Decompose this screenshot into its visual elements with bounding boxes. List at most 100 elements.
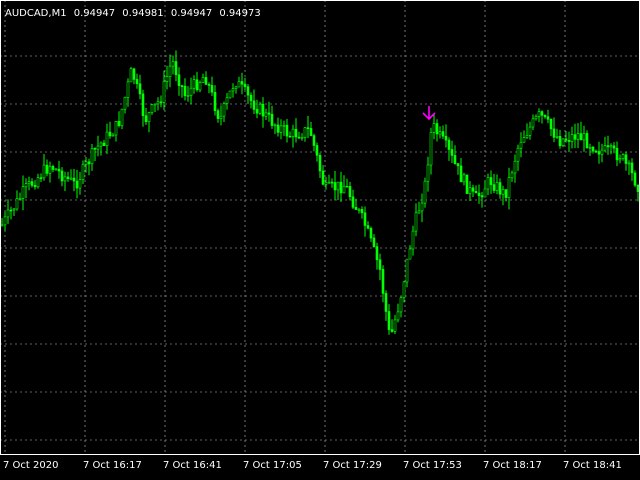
candle (441, 125, 445, 140)
candle-body (294, 128, 298, 138)
candle (12, 208, 16, 216)
candle-body (261, 103, 265, 117)
candle-body (612, 145, 616, 149)
candle-body (543, 115, 547, 118)
candle-body (438, 131, 442, 135)
candle (528, 121, 532, 140)
candle-body (627, 162, 631, 165)
candle (21, 175, 25, 211)
candle-body (138, 83, 142, 95)
candle (33, 180, 37, 190)
candle-body (228, 90, 232, 99)
candle (540, 110, 544, 124)
candle-body (36, 177, 40, 188)
candle-body (96, 145, 100, 150)
candle (633, 170, 637, 187)
time-label: 7 Oct 18:41 (563, 460, 622, 471)
candle (231, 83, 235, 98)
down-arrow-icon (422, 106, 436, 121)
candle-body (597, 151, 601, 155)
chart-window[interactable]: AUDCAD,M1 0.94947 0.94981 0.94947 0.9497… (0, 0, 640, 480)
candle-body (246, 86, 250, 96)
candle (609, 143, 613, 155)
candle (387, 304, 391, 335)
candle-body (252, 100, 256, 110)
candle-body (624, 154, 628, 164)
candle (381, 265, 385, 303)
candle (99, 141, 103, 156)
candle (84, 157, 88, 173)
candle-body (258, 103, 262, 114)
candle-body (459, 165, 463, 183)
candle (204, 71, 208, 85)
candle (507, 167, 511, 210)
candle (174, 50, 178, 82)
candle (447, 137, 451, 161)
candle (372, 234, 376, 248)
candle (396, 303, 400, 323)
candle-body (369, 228, 373, 239)
candle (468, 181, 472, 201)
candle (351, 189, 355, 209)
price-chart-area[interactable]: AUDCAD,M1 0.94947 0.94981 0.94947 0.9497… (0, 0, 640, 455)
candle (561, 138, 565, 148)
candle-body (12, 208, 16, 211)
price-chart-svg[interactable] (0, 0, 640, 455)
candle (276, 117, 280, 137)
candle-body (378, 259, 382, 270)
candle (0, 218, 4, 227)
candle (555, 128, 559, 139)
candle (465, 174, 469, 194)
candle-body (603, 145, 607, 151)
candle (588, 143, 592, 156)
candle-body (102, 142, 106, 147)
candle-body (522, 137, 526, 143)
candle-body (219, 115, 223, 119)
candle (513, 154, 517, 183)
candle-body (72, 177, 76, 182)
candle (282, 120, 286, 136)
candle-body (429, 132, 433, 166)
candle-body (465, 174, 469, 194)
candle (45, 159, 49, 177)
candle-body (450, 149, 454, 156)
candle-body (390, 329, 394, 332)
candle-body (531, 118, 535, 128)
candle (495, 174, 499, 195)
candle-body (264, 112, 268, 117)
candle (552, 117, 556, 143)
candle-body (78, 179, 82, 189)
candle (78, 172, 82, 195)
candle (36, 173, 40, 189)
candle-body (594, 150, 598, 153)
candle (435, 119, 439, 142)
candle-body (423, 180, 427, 204)
candle-body (513, 160, 517, 174)
candle (237, 76, 241, 88)
candle-body (300, 137, 304, 139)
candle-body (396, 311, 400, 321)
symbol-header: AUDCAD,M1 0.94947 0.94981 0.94947 0.9497… (5, 8, 265, 19)
high-price: 0.94981 (122, 8, 164, 19)
candle (102, 139, 106, 147)
candle-body (204, 77, 208, 85)
candle (630, 158, 634, 181)
candle (225, 93, 229, 110)
candle (474, 185, 478, 194)
candle (522, 130, 526, 143)
candle-body (510, 172, 514, 179)
candle (120, 108, 124, 130)
candle-body (273, 124, 277, 127)
candle-body (414, 212, 418, 232)
candle-body (552, 128, 556, 138)
candle (594, 149, 598, 153)
candle-body (84, 161, 88, 165)
candle (534, 114, 538, 121)
candle-body (129, 68, 133, 83)
candle-body (114, 121, 118, 136)
candle (492, 173, 496, 194)
candle (450, 140, 454, 163)
candle-body (306, 127, 310, 129)
candle-body (618, 158, 622, 161)
candle (360, 206, 364, 219)
